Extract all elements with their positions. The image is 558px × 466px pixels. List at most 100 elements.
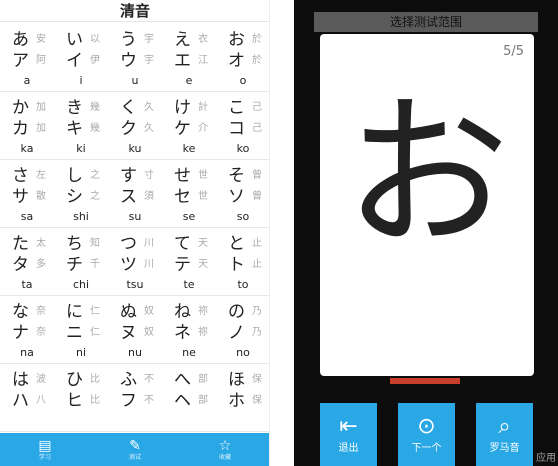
- star-icon: ☆: [218, 437, 232, 454]
- katakana-origin-kanji: 之: [90, 191, 100, 202]
- kana-cell[interactable]: たタ太多 ta: [0, 228, 54, 296]
- kana-cell[interactable]: なナ奈奈 na: [0, 296, 54, 364]
- range-header-label: 选择测试范围: [389, 15, 462, 29]
- edit-icon: ✎: [129, 437, 141, 454]
- tab-edit[interactable]: ✎ 测试: [105, 433, 165, 466]
- katakana-char: ネ: [174, 323, 191, 343]
- kana-cell[interactable]: くク久久 ku: [108, 92, 162, 160]
- range-header[interactable]: 选择测试范围: [314, 12, 538, 32]
- romaji-button-label: 罗马音: [489, 442, 520, 454]
- katakana-origin-kanji: 多: [36, 259, 46, 270]
- katakana-char: ク: [120, 119, 137, 139]
- kana-cell[interactable]: しシ之之 shi: [54, 160, 108, 228]
- card-underlay-strip: [390, 378, 460, 384]
- kana-cell[interactable]: ふフ不不: [108, 364, 162, 432]
- katakana-origin-kanji: 散: [36, 191, 46, 202]
- kana-cell[interactable]: ねネ祢祢 ne: [162, 296, 216, 364]
- romaji-label: se: [182, 210, 196, 223]
- hiragana-char: い: [66, 30, 83, 50]
- hiragana-char: お: [228, 30, 245, 50]
- kana-cell[interactable]: かカ加加 ka: [0, 92, 54, 160]
- romaji-label: ta: [21, 278, 33, 291]
- kana-cell[interactable]: はハ波八: [0, 364, 54, 432]
- kana-grid: あア安阿 a いイ以伊 i うウ宇宇 u えエ衣江 e おオ於於 o かカ加加 ka きキ幾幾 ki くク久…: [0, 24, 269, 432]
- kana-cell[interactable]: きキ幾幾 ki: [54, 92, 108, 160]
- page-title: 清音: [0, 0, 269, 22]
- kana-cell[interactable]: へヘ部部: [162, 364, 216, 432]
- kana-cell[interactable]: とト止止 to: [216, 228, 269, 296]
- katakana-char: ア: [12, 51, 29, 71]
- hiragana-origin-kanji: 波: [36, 374, 46, 385]
- katakana-origin-kanji: 宇: [144, 55, 154, 66]
- kana-cell[interactable]: あア安阿a: [0, 24, 54, 92]
- kana-cell[interactable]: のノ乃乃 no: [216, 296, 269, 364]
- katakana-char: コ: [228, 119, 245, 139]
- hiragana-char: し: [66, 166, 83, 186]
- kana-cell[interactable]: さサ左散 sa: [0, 160, 54, 228]
- katakana-char: イ: [66, 51, 83, 71]
- kana-row: なナ奈奈 na にニ仁仁 ni ぬヌ奴奴 nu ねネ祢祢 ne のノ乃乃 no: [0, 296, 269, 364]
- hiragana-origin-kanji: 安: [36, 34, 46, 45]
- hiragana-char: つ: [120, 234, 137, 254]
- kana-cell[interactable]: つツ川川 tsu: [108, 228, 162, 296]
- kana-cell[interactable]: てテ天天 te: [162, 228, 216, 296]
- katakana-char: サ: [12, 187, 29, 207]
- hiragana-origin-kanji: 部: [198, 374, 208, 385]
- katakana-char: セ: [174, 187, 191, 207]
- hiragana-origin-kanji: 計: [198, 102, 208, 113]
- kana-cell[interactable]: うウ宇宇u: [108, 24, 162, 92]
- romaji-label: shi: [73, 210, 89, 223]
- kana-cell[interactable]: そソ曾曾 so: [216, 160, 269, 228]
- kana-cell[interactable]: こコ己己 ko: [216, 92, 269, 160]
- next-button[interactable]: ⊙ 下一个: [398, 403, 455, 466]
- hiragana-origin-kanji: 太: [36, 238, 46, 249]
- kana-cell[interactable]: けケ計介 ke: [162, 92, 216, 160]
- katakana-char: オ: [228, 51, 245, 71]
- hiragana-origin-kanji: 曾: [252, 170, 262, 181]
- katakana-origin-kanji: 曾: [252, 191, 262, 202]
- romaji-label: o: [239, 74, 247, 87]
- exit-button-label: 退出: [338, 442, 359, 454]
- kana-cell[interactable]: ぬヌ奴奴 nu: [108, 296, 162, 364]
- katakana-char: ノ: [228, 323, 245, 343]
- hiragana-origin-kanji: 祢: [198, 306, 208, 317]
- hiragana-char: さ: [12, 166, 29, 186]
- tab-book[interactable]: ▤ 学习: [15, 433, 75, 466]
- katakana-char: フ: [120, 391, 137, 411]
- kana-cell[interactable]: にニ仁仁 ni: [54, 296, 108, 364]
- romaji-button[interactable]: ⌕ 罗马音: [476, 403, 533, 466]
- hiragana-origin-kanji: 寸: [144, 170, 154, 181]
- katakana-origin-kanji: 八: [36, 395, 46, 406]
- kana-cell[interactable]: ちチ知千 chi: [54, 228, 108, 296]
- hiragana-origin-kanji: 己: [252, 102, 262, 113]
- kana-cell[interactable]: いイ以伊i: [54, 24, 108, 92]
- katakana-char: ツ: [120, 255, 137, 275]
- hiragana-origin-kanji: 乃: [252, 306, 262, 317]
- katakana-char: ト: [228, 255, 245, 275]
- hiragana-char: こ: [228, 98, 245, 118]
- katakana-origin-kanji: 部: [198, 395, 208, 406]
- katakana-char: ホ: [228, 391, 245, 411]
- katakana-origin-kanji: 祢: [198, 327, 208, 338]
- kana-cell[interactable]: ほホ保保: [216, 364, 269, 432]
- kana-cell[interactable]: おオ於於o: [216, 24, 269, 92]
- hiragana-char: え: [174, 30, 191, 50]
- katakana-char: カ: [12, 119, 29, 139]
- katakana-char: ナ: [12, 323, 29, 343]
- katakana-origin-kanji: 伊: [90, 55, 100, 66]
- kana-cell[interactable]: ひヒ比比: [54, 364, 108, 432]
- hiragana-char: の: [228, 302, 245, 322]
- kana-cell[interactable]: すス寸須 su: [108, 160, 162, 228]
- hiragana-char: う: [120, 30, 137, 50]
- kana-cell[interactable]: えエ衣江e: [162, 24, 216, 92]
- hiragana-origin-kanji: 世: [198, 170, 208, 181]
- katakana-origin-kanji: 加: [36, 123, 46, 134]
- kana-row: あア安阿aいイ以伊iうウ宇宇uえエ衣江eおオ於於o: [0, 24, 269, 92]
- hiragana-char: あ: [12, 30, 29, 50]
- hiragana-char: か: [12, 98, 29, 118]
- tab-label: 学习: [38, 453, 51, 461]
- flash-card: 5/5 お: [320, 34, 534, 376]
- exit-button[interactable]: ⇤ 退出: [320, 403, 377, 466]
- tab-star[interactable]: ☆ 收藏: [195, 433, 255, 466]
- kana-cell[interactable]: せセ世世 se: [162, 160, 216, 228]
